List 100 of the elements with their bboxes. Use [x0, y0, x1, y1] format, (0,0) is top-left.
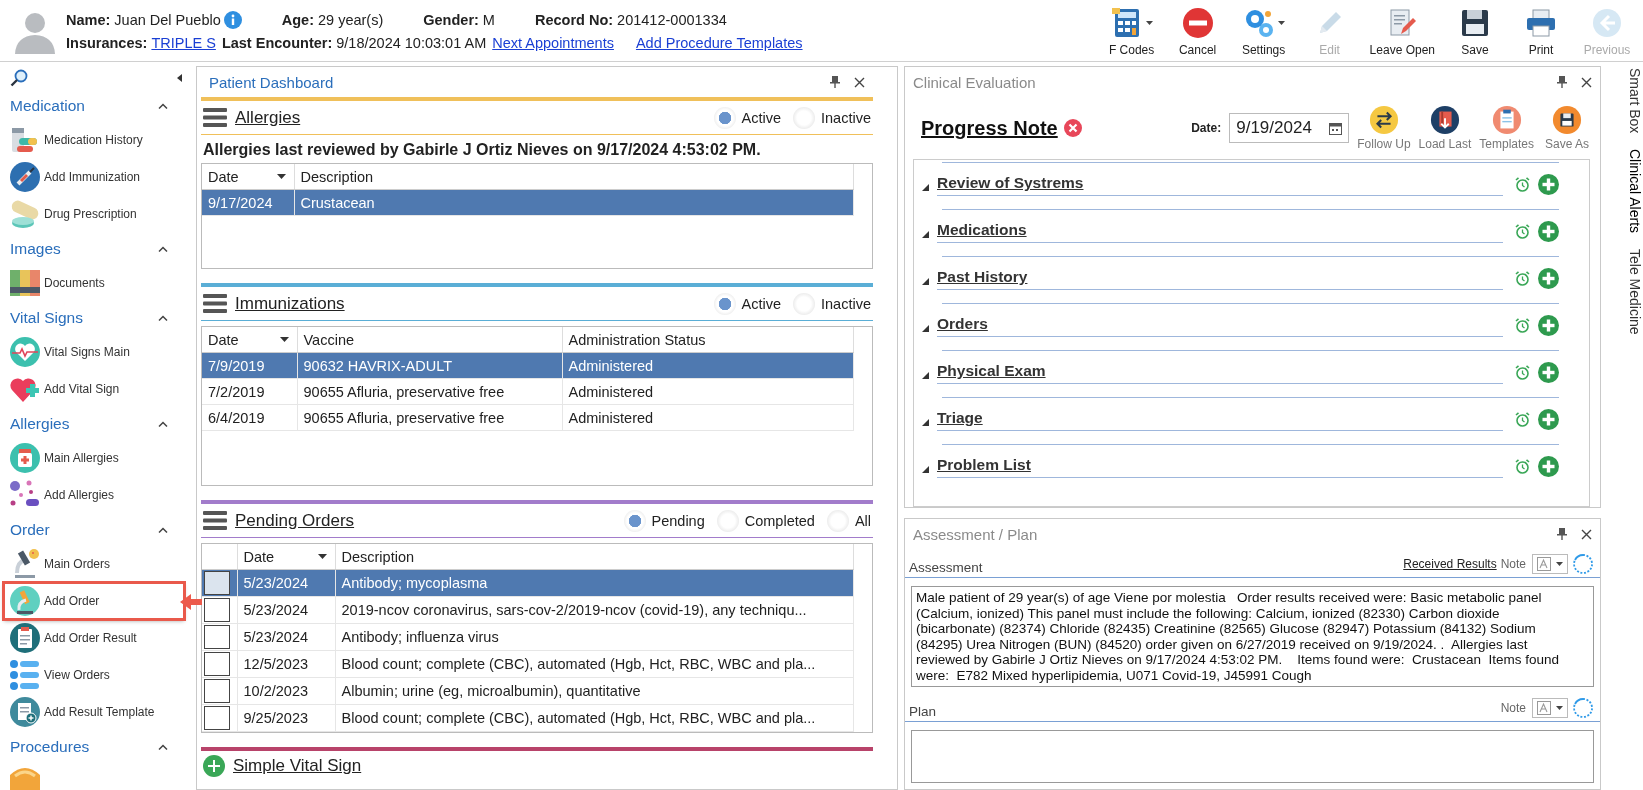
- section-title-link[interactable]: Review of Systrems: [937, 174, 1503, 196]
- expanded-triangle-icon[interactable]: [922, 371, 929, 379]
- checkbox[interactable]: [204, 598, 230, 622]
- collapse-icon: [177, 74, 182, 82]
- expanded-triangle-icon[interactable]: [922, 230, 929, 238]
- sidebar-item[interactable]: View Orders: [4, 657, 184, 693]
- sort-caret-icon: [276, 174, 286, 179]
- column-header[interactable]: Description: [335, 544, 854, 570]
- expanded-triangle-icon[interactable]: [922, 277, 929, 285]
- chevron-up-icon[interactable]: [158, 245, 168, 252]
- toolbar-button[interactable]: F Codes: [1101, 4, 1162, 57]
- format-dropdown[interactable]: [1532, 554, 1568, 574]
- sidebar-item[interactable]: Add Immunization: [4, 159, 184, 195]
- column-header[interactable]: Date: [237, 544, 335, 570]
- link[interactable]: TRIPLE S: [151, 34, 216, 51]
- radio-option[interactable]: Active: [713, 292, 781, 315]
- table-cell: 90655 Afluria, preservative free: [297, 404, 562, 431]
- section-title-link[interactable]: Immunizations: [235, 293, 345, 314]
- sidebar-item[interactable]: Add Result Template: [4, 694, 184, 730]
- sidebar-item[interactable]: Drug Prescription: [4, 196, 184, 232]
- radio-option[interactable]: Inactive: [793, 106, 871, 129]
- toolbar-button[interactable]: Save: [1445, 4, 1505, 57]
- note-title[interactable]: Progress Note: [921, 116, 1058, 140]
- section-title: Procedures: [10, 737, 90, 756]
- table-cell: Crustacean: [294, 189, 854, 216]
- link[interactable]: Next Appointments: [492, 34, 614, 51]
- action-button[interactable]: Templates: [1477, 105, 1536, 151]
- link[interactable]: Add Procedure Templates: [635, 34, 803, 51]
- column-header[interactable]: Date: [202, 164, 294, 190]
- table-cell: Blood count; complete (CBC), automated (Hgb, Hct, RBC, WBC and pla...: [335, 650, 854, 678]
- field-label: Record No:: [534, 11, 614, 28]
- toolbar-button[interactable]: Print: [1511, 4, 1571, 57]
- table-cell: 90632 HAVRIX-ADULT: [297, 352, 562, 379]
- sidebar-item[interactable]: Vital Signs Main: [4, 334, 184, 370]
- action-button[interactable]: Follow Up: [1355, 105, 1413, 151]
- toolbar-button[interactable]: Leave Open: [1365, 4, 1439, 57]
- table-cell: 5/23/2024: [237, 569, 335, 597]
- column-header[interactable]: Administration Status: [562, 327, 854, 353]
- chevron-up-icon[interactable]: [158, 526, 168, 533]
- section-title-link[interactable]: Orders: [937, 315, 1503, 337]
- table-cell: Antibody; influenza virus: [335, 623, 854, 651]
- section-title-link[interactable]: Physical Exam: [937, 362, 1503, 384]
- checkbox[interactable]: [204, 679, 230, 703]
- expanded-triangle-icon[interactable]: [922, 465, 929, 473]
- radio-option[interactable]: Active: [713, 106, 781, 129]
- toolbar-button[interactable]: Cancel: [1167, 4, 1228, 57]
- link[interactable]: Received Results: [1403, 557, 1497, 571]
- column-header[interactable]: Description: [294, 164, 854, 190]
- panel-title: Assessment / Plan: [913, 525, 1038, 543]
- expanded-triangle-icon[interactable]: [922, 418, 929, 426]
- clipboard-icon: [1491, 105, 1522, 135]
- sidebar-item[interactable]: Add Order: [4, 583, 184, 619]
- chevron-up-icon[interactable]: [158, 314, 168, 321]
- section-title: Order: [10, 520, 50, 539]
- sidebar-item[interactable]: Add Order Result: [4, 620, 184, 656]
- action-button[interactable]: Save As: [1540, 105, 1594, 151]
- column-header[interactable]: Vaccine: [297, 327, 562, 353]
- assessment-text-field[interactable]: Male patient of 29 year(s) of age Viene por molestia Order results received were: Basic metabolic panel (Calcium, ionized) This panel must include the following: Calcium, ionized (82330) Carbon dioxide (bicarbonate) (82374) Chloride (82435) Creatinine (82565) Glucose (82947) Potassium (84132) Sodium (84295) Urea Nitrogen (BUN) (84520) order given on 6/27/2019 received on 9/19/2024. . Allergies last reviewed by Gabirle J Ortiz Nieves on 9/17/2024 4:53:02 PM. Items found were: Crustacean Items found were: E782 Mixed hyperlipidemia, U071 Covid-19, J45991 Cough: [911, 586, 1594, 687]
- refresh-icon[interactable]: [1572, 553, 1594, 575]
- checkbox[interactable]: [204, 625, 230, 649]
- section-title-link[interactable]: Past History: [937, 268, 1503, 290]
- format-dropdown[interactable]: [1532, 698, 1568, 718]
- section-title-link[interactable]: Problem List: [937, 456, 1503, 478]
- side-tab[interactable]: Smart Box: [1607, 68, 1643, 134]
- sidebar-item[interactable]: Medication History: [4, 122, 184, 158]
- sort-caret-icon: [279, 337, 289, 342]
- section-title-link[interactable]: Medications: [937, 221, 1503, 243]
- section-title: Medication: [10, 96, 85, 115]
- action-button[interactable]: Load Last: [1416, 105, 1474, 151]
- alarm-clock-icon: [1515, 364, 1530, 380]
- expanded-triangle-icon[interactable]: [922, 324, 929, 332]
- chevron-up-icon[interactable]: [158, 743, 168, 750]
- checkbox[interactable]: [204, 571, 230, 595]
- checkbox[interactable]: [204, 706, 230, 730]
- section-title-link[interactable]: Allergies: [235, 107, 301, 128]
- date-field[interactable]: 9/19/2024: [1229, 113, 1350, 143]
- radio-option[interactable]: Inactive: [793, 292, 871, 315]
- side-tab[interactable]: Clinical Alerts: [1607, 149, 1643, 234]
- side-tab[interactable]: Tele Medicine: [1607, 249, 1643, 335]
- expanded-triangle-icon[interactable]: [922, 183, 929, 191]
- radio-option[interactable]: Completed: [716, 509, 815, 532]
- book-download-icon: [1429, 105, 1460, 135]
- sidebar-item[interactable]: Documents: [4, 265, 184, 301]
- chevron-up-icon[interactable]: [158, 102, 168, 109]
- sidebar-item[interactable]: Add Allergies: [4, 477, 184, 513]
- column-header[interactable]: Date: [202, 327, 297, 353]
- radio-option[interactable]: Pending: [623, 509, 705, 532]
- sidebar-item[interactable]: Main Allergies: [4, 440, 184, 476]
- refresh-icon[interactable]: [1572, 697, 1594, 719]
- section-title-link[interactable]: Pending Orders: [235, 510, 355, 531]
- plan-text-field[interactable]: [911, 730, 1594, 783]
- section-title-link[interactable]: Simple Vital Sign: [233, 756, 362, 776]
- section-title-link[interactable]: Triage: [937, 409, 1503, 431]
- alarm-clock-icon: [1515, 411, 1530, 427]
- alarm-clock-icon: [1515, 223, 1530, 239]
- sidebar-item[interactable]: Add Vital Sign: [4, 371, 184, 407]
- sidebar-item[interactable]: Main Orders: [4, 546, 184, 582]
- checkbox[interactable]: [204, 652, 230, 676]
- chevron-up-icon[interactable]: [158, 420, 168, 427]
- toolbar-button[interactable]: Settings: [1233, 4, 1294, 57]
